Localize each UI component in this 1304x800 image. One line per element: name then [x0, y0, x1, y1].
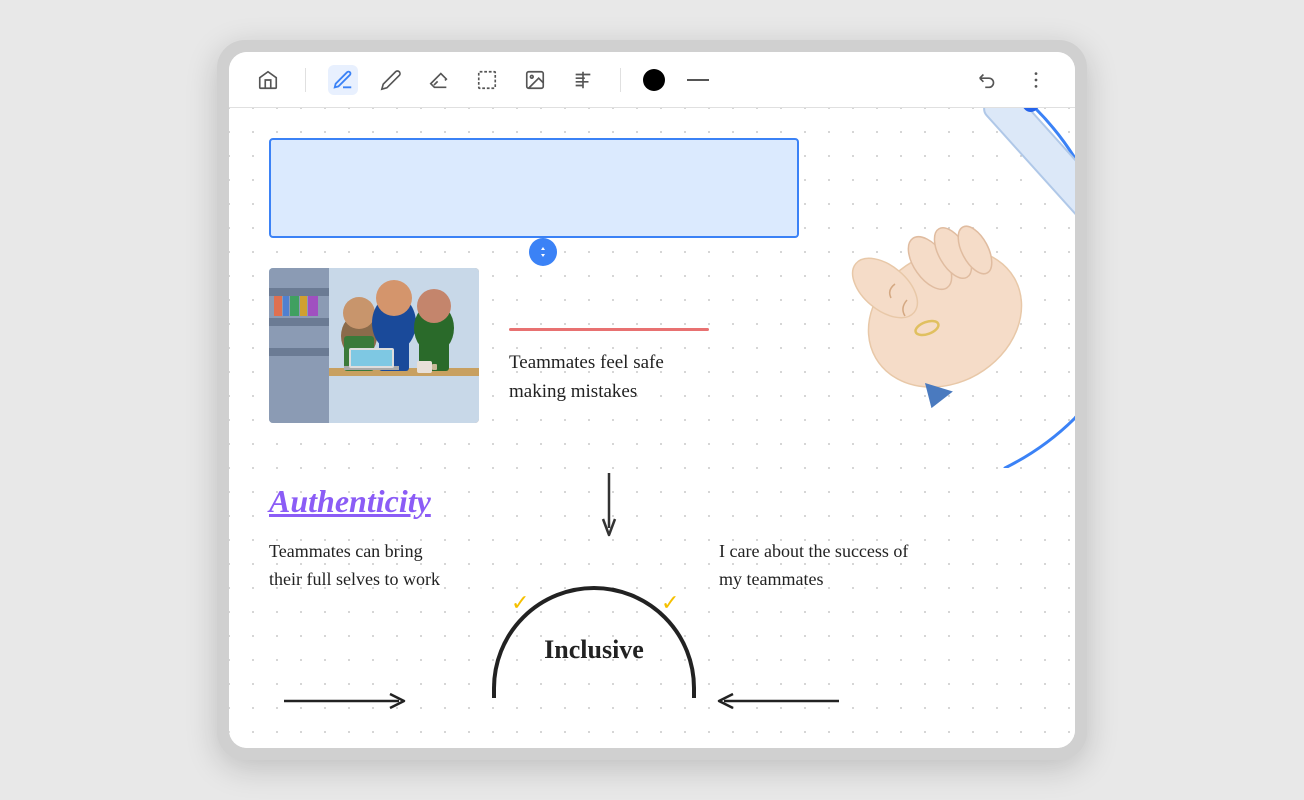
canvas-area[interactable]: Teammates feel safe making mistakes — [229, 108, 1075, 748]
arrow-bottom-right — [709, 690, 839, 712]
tablet-screen: Teammates feel safe making mistakes — [229, 52, 1075, 748]
stylus-hand-overlay — [755, 108, 1075, 468]
more-options-button[interactable] — [1021, 65, 1051, 95]
stroke-picker[interactable] — [683, 65, 713, 95]
pencil-tool-button[interactable] — [376, 65, 406, 95]
toolbar-right — [973, 65, 1051, 95]
arrow-bottom-left — [284, 690, 414, 712]
undo-button[interactable] — [973, 65, 1003, 95]
toolbar-separator-1 — [305, 68, 306, 92]
authenticity-text: Authenticity — [269, 483, 431, 520]
teammates-feel-text: Teammates feel safe making mistakes — [509, 348, 709, 407]
tablet-frame: Teammates feel safe making mistakes — [217, 40, 1087, 760]
team-photo — [269, 268, 479, 423]
blue-highlight-box — [269, 138, 799, 238]
home-button[interactable] — [253, 65, 283, 95]
pen-tool-button[interactable] — [328, 65, 358, 95]
select-tool-button[interactable] — [472, 65, 502, 95]
toolbar-separator-2 — [620, 68, 621, 92]
red-decorative-line — [509, 328, 709, 331]
resize-handle[interactable] — [529, 238, 557, 266]
eraser-tool-button[interactable] — [424, 65, 454, 95]
svg-text:Inclusive: Inclusive — [544, 635, 644, 664]
i-care-text: I care about the success of my teammates — [719, 538, 909, 594]
inclusive-circle-container: Inclusive ✓ ✓ — [489, 528, 699, 698]
svg-text:✓: ✓ — [511, 590, 529, 615]
teammates-can-text: Teammates can bring their full selves to… — [269, 538, 459, 594]
toolbar — [229, 52, 1075, 108]
text-tool-button[interactable] — [568, 65, 598, 95]
image-tool-button[interactable] — [520, 65, 550, 95]
color-picker[interactable] — [643, 69, 665, 91]
svg-text:✓: ✓ — [661, 590, 679, 615]
